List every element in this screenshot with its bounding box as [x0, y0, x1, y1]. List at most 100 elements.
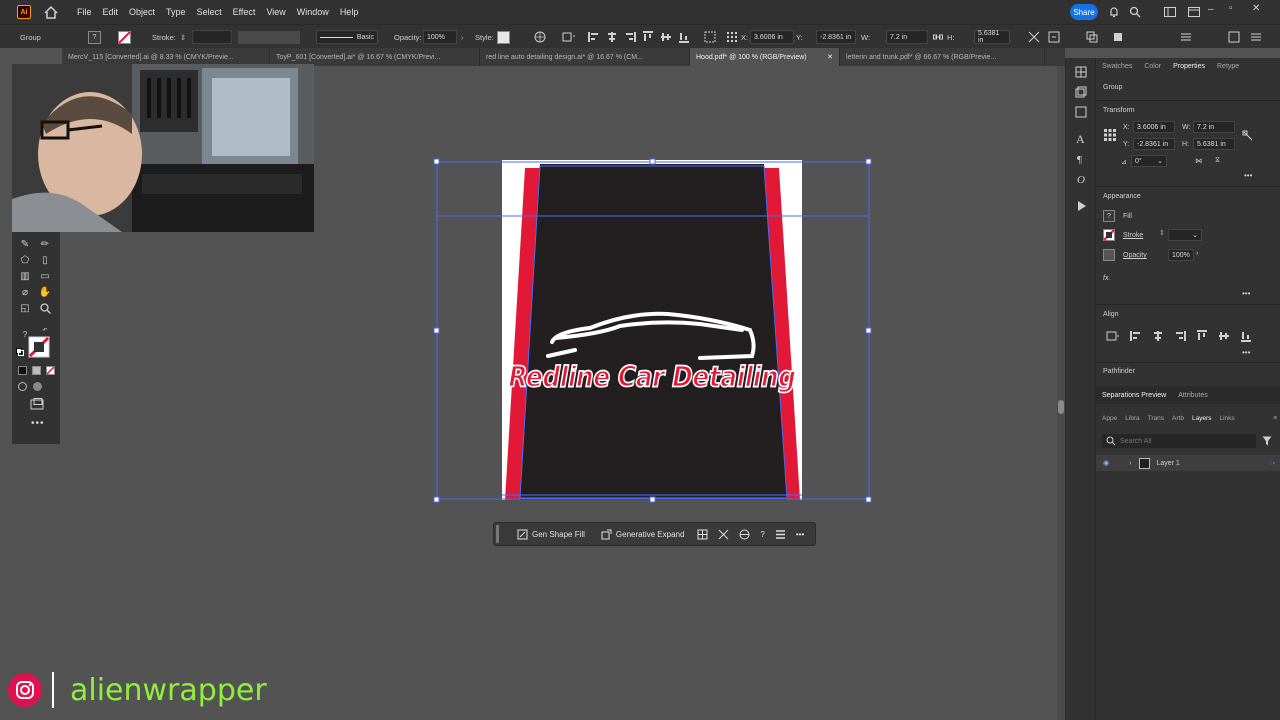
isolate-icon[interactable]	[1048, 29, 1060, 45]
play-action-icon[interactable]	[1075, 200, 1087, 212]
canvas-scrollbar[interactable]	[1057, 66, 1065, 720]
shape-icon[interactable]	[1028, 29, 1040, 45]
more-options-icon[interactable]	[1250, 29, 1262, 45]
h-input[interactable]: 5.6381 in	[1193, 138, 1235, 150]
y-field[interactable]: -2.8361 in	[816, 30, 856, 44]
swap-fill-stroke-icon[interactable]: ↶	[38, 324, 52, 336]
screen-mode-icon[interactable]	[30, 398, 44, 412]
opentype-icon[interactable]: O	[1075, 172, 1087, 184]
search-icon[interactable]	[1129, 6, 1141, 20]
paragraph-icon[interactable]: ¶	[1075, 152, 1087, 164]
scrollbar-thumb[interactable]	[1058, 400, 1064, 414]
arrange-icon[interactable]	[1112, 29, 1124, 45]
zoom-tool-icon[interactable]	[38, 302, 52, 314]
flip-horizontal-icon[interactable]: ⋈	[1195, 157, 1202, 165]
appearance-more-icon[interactable]: •••	[1242, 289, 1250, 298]
opacity-arrow-icon[interactable]: ›	[461, 29, 464, 45]
transform-more-icon[interactable]: •••	[1244, 171, 1252, 180]
paintbrush-tool-icon[interactable]: ✎	[18, 238, 32, 250]
artboard-tool-icon[interactable]: ▭	[38, 270, 52, 282]
stroke-weight-field[interactable]	[192, 30, 232, 44]
fx-icon[interactable]: fx.	[1103, 275, 1110, 282]
opacity-arrow-icon[interactable]: ›	[1196, 250, 1198, 257]
fill-swatch[interactable]: ?	[88, 29, 101, 45]
stroke-weight-input[interactable]: ⌄	[1168, 229, 1202, 241]
opacity-label[interactable]: Opacity:	[394, 29, 422, 45]
help-button[interactable]: ?	[755, 524, 769, 544]
menu-select[interactable]: Select	[197, 7, 222, 17]
align-right-icon[interactable]	[624, 31, 636, 43]
assets-icon[interactable]	[1075, 106, 1087, 118]
minimize-icon[interactable]: –	[1208, 4, 1214, 15]
graph-tool-icon[interactable]: ▥	[18, 270, 32, 282]
tab-hood[interactable]: Hood.pdf* @ 100 % (RGB/Preview) ✕	[690, 48, 840, 66]
style-swatch[interactable]	[497, 30, 510, 44]
layer-search-input[interactable]	[1120, 437, 1250, 445]
properties-button[interactable]	[770, 524, 791, 544]
selection-bounding-box[interactable]	[436, 161, 870, 500]
none-mode-icon[interactable]	[46, 366, 55, 375]
draw-behind-icon[interactable]	[33, 382, 42, 391]
menu-object[interactable]: Object	[129, 7, 155, 17]
layer-target-icon[interactable]: ○▪	[1268, 460, 1275, 467]
gradient-mode-icon[interactable]	[32, 366, 41, 375]
tab-properties[interactable]: Properties	[1167, 63, 1211, 70]
stroke-stepper-icon[interactable]: ⇕	[1159, 229, 1165, 237]
fill-question-icon[interactable]: ?	[1103, 210, 1115, 222]
x-input[interactable]: 3.6006 in	[1133, 121, 1175, 133]
expand-layer-icon[interactable]: ›	[1129, 460, 1131, 467]
recolor-icon[interactable]	[534, 29, 546, 45]
libraries-icon[interactable]	[1075, 66, 1087, 78]
h-field[interactable]: 5.6381 in	[974, 30, 1010, 44]
opacity-label[interactable]: Opacity	[1123, 252, 1147, 259]
transform-icon[interactable]	[704, 29, 717, 45]
align-vcenter-icon[interactable]	[660, 31, 672, 43]
stroke-stepper[interactable]: ⇕	[180, 29, 186, 45]
menu-effect[interactable]: Effect	[233, 7, 256, 17]
w-field[interactable]: 7.2 in	[886, 30, 928, 44]
constrain-icon[interactable]	[1242, 130, 1254, 142]
globe-button[interactable]	[734, 524, 755, 544]
drag-handle[interactable]	[496, 525, 499, 543]
tab-separations-preview[interactable]: Separations Preview	[1096, 392, 1172, 399]
layer-search-box[interactable]	[1102, 434, 1256, 448]
align-hcenter-icon[interactable]	[606, 31, 618, 43]
tab-color[interactable]: Color	[1138, 63, 1167, 70]
close-tab-icon[interactable]: ✕	[827, 53, 833, 61]
eyedropper-tool-icon[interactable]: ⌀	[18, 286, 32, 298]
fill-stroke-widget[interactable]	[28, 336, 50, 360]
align-top-icon[interactable]	[1196, 330, 1208, 342]
tab-attributes[interactable]: Attributes	[1172, 392, 1214, 399]
align-hcenter-icon[interactable]	[1152, 330, 1164, 342]
reference-point-icon[interactable]	[1103, 128, 1117, 142]
tab-transform[interactable]: Trans	[1144, 415, 1168, 422]
view-mode-icon[interactable]	[1228, 29, 1240, 45]
align-bottom-icon[interactable]	[1240, 330, 1252, 342]
menu-help[interactable]: Help	[340, 7, 359, 17]
align-left-icon[interactable]	[1130, 330, 1142, 342]
gen-shape-fill-button[interactable]: Gen Shape Fill	[509, 524, 593, 544]
flip-vertical-icon[interactable]: ⧖	[1215, 157, 1220, 165]
tab-red-line[interactable]: red line auto detailing design.ai* @ 16.…	[480, 48, 690, 66]
brush-definition[interactable]: Basic	[316, 30, 378, 44]
stroke-swatch-icon[interactable]	[1103, 229, 1115, 241]
align-left-icon[interactable]	[588, 31, 600, 43]
align-to-icon[interactable]	[562, 29, 576, 45]
tab-links[interactable]: Links	[1215, 415, 1238, 422]
w-input[interactable]: 7.2 in	[1193, 121, 1235, 133]
tab-swatches[interactable]: Swatches	[1096, 63, 1138, 70]
stroke-label[interactable]: Stroke	[1123, 232, 1143, 239]
close-icon[interactable]: ✕	[1252, 3, 1260, 14]
ref-point-icon[interactable]	[726, 29, 738, 45]
menu-view[interactable]: View	[266, 7, 285, 17]
tab-layers[interactable]: Layers	[1188, 415, 1216, 422]
tab-retype[interactable]: Retype	[1211, 63, 1245, 70]
layer-name[interactable]: Layer 1	[1156, 460, 1179, 467]
share-button[interactable]: Share	[1070, 4, 1098, 20]
align-top-icon[interactable]	[642, 31, 654, 43]
y-input[interactable]: -2.8361 in	[1133, 138, 1175, 150]
tab-letterin[interactable]: letterin and trunk.pdf* @ 66.67 % (RGB/P…	[840, 48, 1045, 66]
recolor-button[interactable]	[692, 524, 713, 544]
filter-icon[interactable]	[1262, 436, 1272, 446]
stroke-swatch[interactable]	[118, 29, 131, 45]
